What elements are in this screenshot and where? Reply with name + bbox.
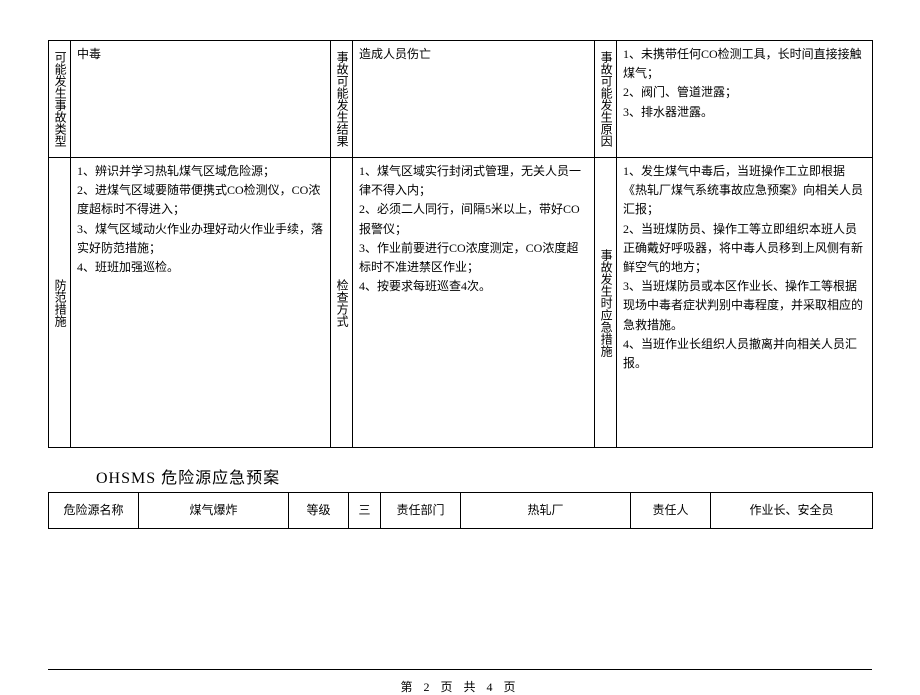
hazard-name-label: 危险源名称 (49, 493, 139, 529)
footer-divider (48, 669, 872, 670)
dept-value: 热轧厂 (461, 493, 631, 529)
list-item: 1、煤气区域实行封闭式管理，无关人员一律不得入内； (359, 162, 588, 200)
list-item: 4、按要求每班巡查4次。 (359, 277, 588, 296)
list-item: 3、排水器泄露。 (623, 103, 866, 122)
list-item: 2、阀门、管道泄露； (623, 83, 866, 102)
accident-result-value: 造成人员伤亡 (353, 41, 595, 158)
accident-cause-label: 事故可能发生原因 (595, 41, 617, 158)
level-value: 三 (349, 493, 381, 529)
page-number: 第 2 页 共 4 页 (48, 678, 872, 695)
hazard-name-value: 煤气爆炸 (139, 493, 289, 529)
hazard-table-1: 可能发生事故类型 中毒 事故可能发生结果 造成人员伤亡 事故可能发生原因 1、未… (48, 40, 873, 448)
section-title: OHSMS 危险源应急预案 (96, 464, 872, 488)
inspection-value: 1、煤气区域实行封闭式管理，无关人员一律不得入内； 2、必须二人同行，间隔5米以… (353, 158, 595, 448)
emergency-label: 事故发生时应急措施 (595, 158, 617, 448)
list-item: 2、必须二人同行，间隔5米以上，带好CO报警仪； (359, 200, 588, 238)
hazard-table-2: 危险源名称 煤气爆炸 等级 三 责任部门 热轧厂 责任人 作业长、安全员 (48, 492, 873, 529)
list-item: 3、作业前要进行CO浓度测定，CO浓度超标时不准进禁区作业； (359, 239, 588, 277)
list-item: 4、班班加强巡检。 (77, 258, 324, 277)
list-item: 1、辨识并学习热轧煤气区域危险源； (77, 162, 324, 181)
prevention-value: 1、辨识并学习热轧煤气区域危险源； 2、进煤气区域要随带便携式CO检测仪，CO浓… (71, 158, 331, 448)
list-item: 1、发生煤气中毒后，当班操作工立即根据《热轧厂煤气系统事故应急预案》向相关人员汇… (623, 162, 866, 220)
table-row: 防范措施 1、辨识并学习热轧煤气区域危险源； 2、进煤气区域要随带便携式CO检测… (49, 158, 873, 448)
list-item: 4、当班作业长组织人员撤离并向相关人员汇报。 (623, 335, 866, 373)
table-row: 可能发生事故类型 中毒 事故可能发生结果 造成人员伤亡 事故可能发生原因 1、未… (49, 41, 873, 158)
level-label: 等级 (289, 493, 349, 529)
owner-value: 作业长、安全员 (711, 493, 873, 529)
accident-result-label: 事故可能发生结果 (331, 41, 353, 158)
list-item: 2、当班煤防员、操作工等立即组织本班人员正确戴好呼吸器，将中毒人员移到上风侧有新… (623, 220, 866, 278)
dept-label: 责任部门 (381, 493, 461, 529)
emergency-value: 1、发生煤气中毒后，当班操作工立即根据《热轧厂煤气系统事故应急预案》向相关人员汇… (617, 158, 873, 448)
owner-label: 责任人 (631, 493, 711, 529)
list-item: 3、当班煤防员或本区作业长、操作工等根据现场中毒者症状判别中毒程度，并采取相应的… (623, 277, 866, 335)
accident-type-value: 中毒 (71, 41, 331, 158)
list-item: 3、煤气区域动火作业办理好动火作业手续，落实好防范措施； (77, 220, 324, 258)
inspection-label: 检查方式 (331, 158, 353, 448)
table-row: 危险源名称 煤气爆炸 等级 三 责任部门 热轧厂 责任人 作业长、安全员 (49, 493, 873, 529)
accident-cause-value: 1、未携带任何CO检测工具，长时间直接接触煤气； 2、阀门、管道泄露； 3、排水… (617, 41, 873, 158)
prevention-label: 防范措施 (49, 158, 71, 448)
list-item: 1、未携带任何CO检测工具，长时间直接接触煤气； (623, 45, 866, 83)
list-item: 2、进煤气区域要随带便携式CO检测仪，CO浓度超标时不得进入； (77, 181, 324, 219)
accident-type-label: 可能发生事故类型 (49, 41, 71, 158)
